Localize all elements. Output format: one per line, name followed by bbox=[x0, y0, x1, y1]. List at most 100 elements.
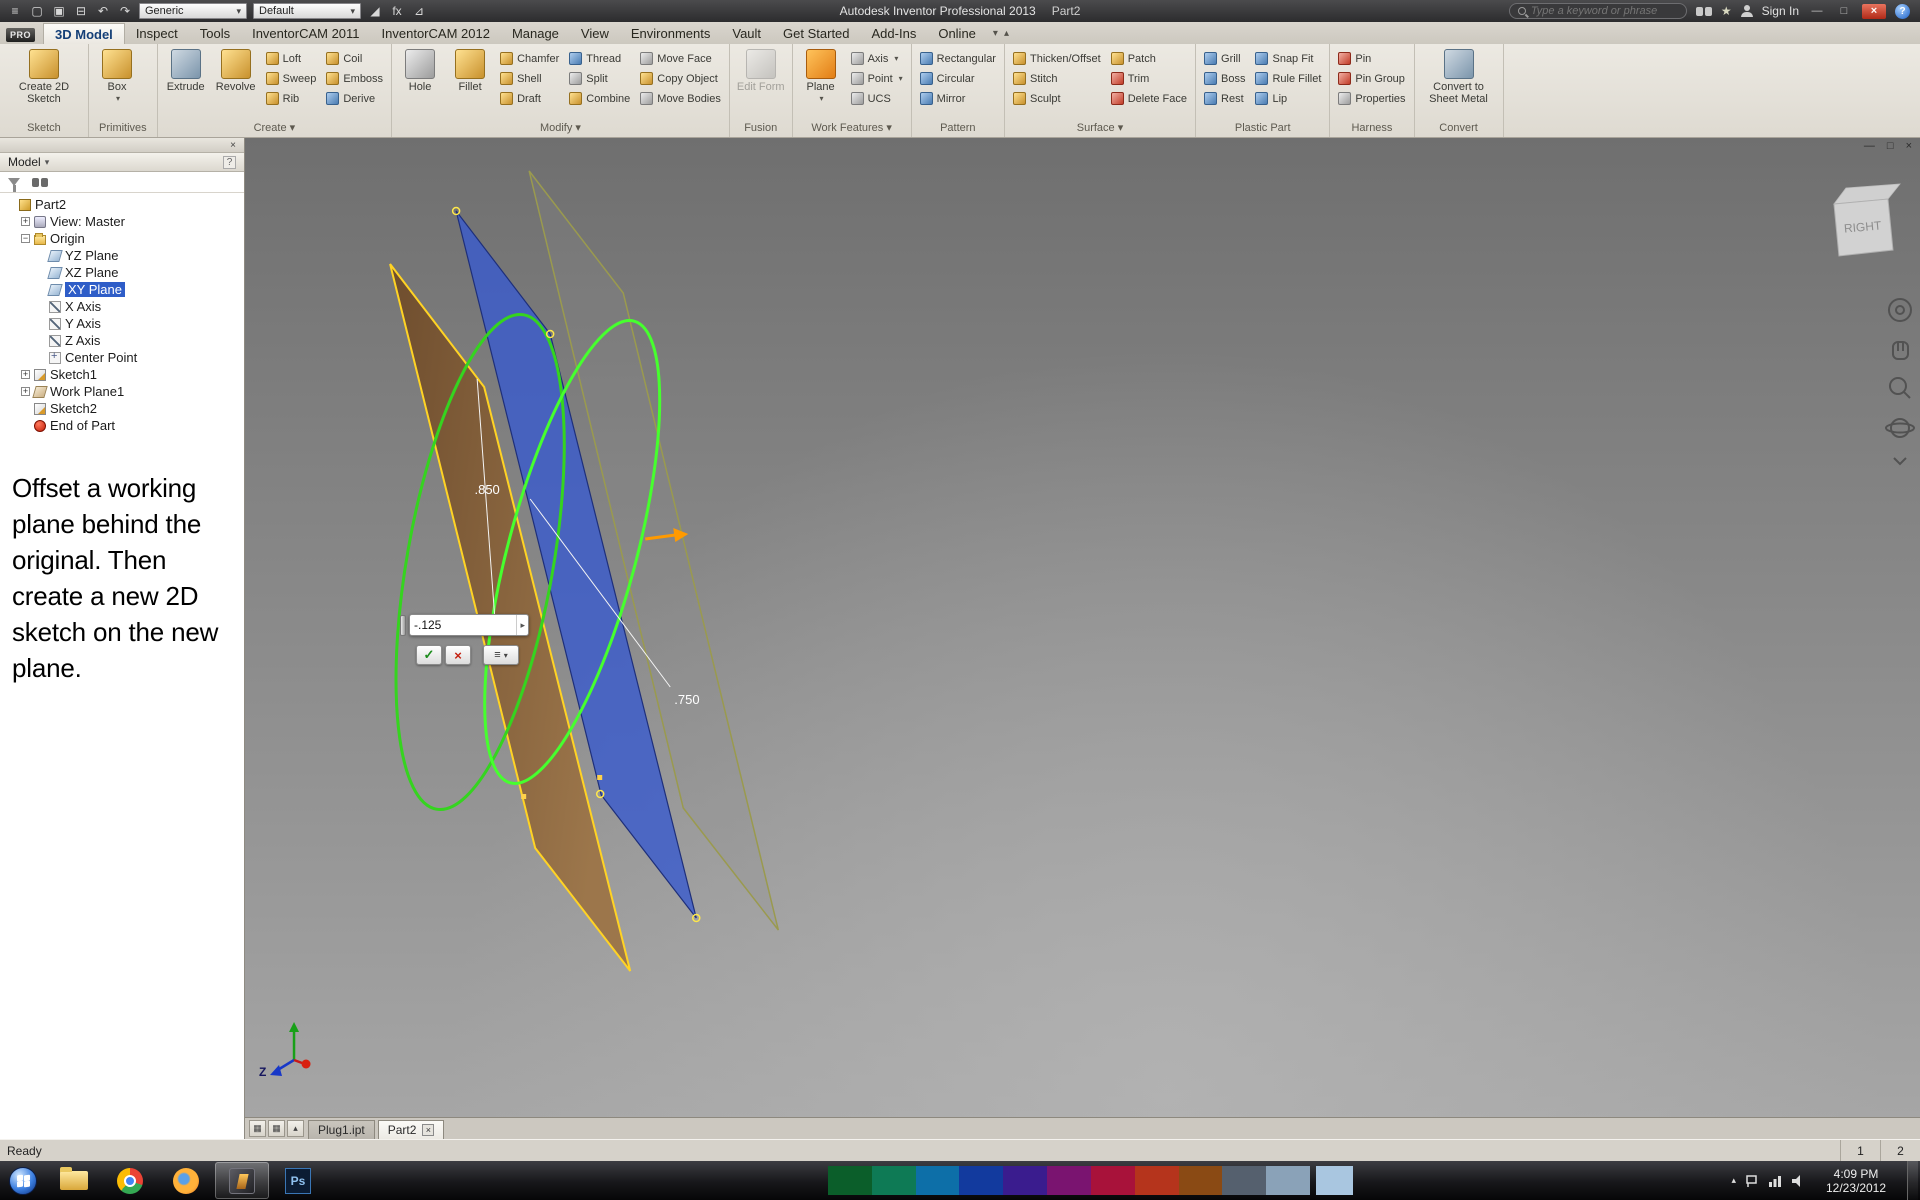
ribbon-button-rule-fillet[interactable]: Rule Fillet bbox=[1251, 69, 1325, 88]
ribbon-button-draft[interactable]: Draft bbox=[496, 89, 563, 108]
tree-item-sketch1[interactable]: +Sketch1 bbox=[2, 366, 244, 383]
start-button[interactable] bbox=[0, 1161, 46, 1200]
tree-item-x-axis[interactable]: X Axis bbox=[2, 298, 244, 315]
ribbon-button-axis[interactable]: Axis▾ bbox=[847, 49, 907, 68]
tree-item-z-axis[interactable]: Z Axis bbox=[2, 332, 244, 349]
ribbon-button-revolve[interactable]: Revolve bbox=[212, 46, 260, 93]
ribbon-button-patch[interactable]: Patch bbox=[1107, 49, 1191, 68]
expander-icon[interactable]: − bbox=[21, 234, 30, 243]
navigation-bar[interactable] bbox=[1886, 299, 1914, 464]
ribbon-button-loft[interactable]: Loft bbox=[262, 49, 321, 68]
mini-toolbar-grip[interactable] bbox=[400, 615, 406, 636]
ribbon-button-rectangular[interactable]: Rectangular bbox=[916, 49, 1000, 68]
ribbon-options-icon[interactable]: ▾ bbox=[993, 28, 998, 39]
cancel-offset-button[interactable]: × bbox=[445, 645, 471, 665]
tree-item-y-axis[interactable]: Y Axis bbox=[2, 315, 244, 332]
ribbon-button-edit-form[interactable]: Edit Form bbox=[734, 46, 788, 93]
ribbon-button-fillet[interactable]: Fillet bbox=[446, 46, 494, 93]
tree-item-part2[interactable]: Part2 bbox=[2, 196, 244, 213]
filter-icon[interactable] bbox=[8, 178, 20, 186]
tab-inventorcam-2011[interactable]: InventorCAM 2011 bbox=[241, 23, 370, 44]
volume-icon[interactable] bbox=[1791, 1174, 1805, 1188]
action-center-icon[interactable] bbox=[1745, 1174, 1759, 1188]
minimize-document-icon[interactable]: — bbox=[1864, 140, 1875, 152]
close-document-icon[interactable]: × bbox=[1906, 140, 1912, 152]
save-icon[interactable]: ▣ bbox=[49, 2, 69, 20]
ribbon-button-copy-object[interactable]: Copy Object bbox=[636, 69, 725, 88]
taskbar-item-firefox[interactable] bbox=[159, 1162, 213, 1199]
expander-icon[interactable]: + bbox=[21, 387, 30, 396]
browser-header[interactable]: Model ▾ ? bbox=[0, 153, 244, 172]
expand-tabs-icon[interactable]: ▴ bbox=[287, 1120, 304, 1137]
favorites-star-icon[interactable]: ★ bbox=[1721, 4, 1732, 18]
ribbon-button-point[interactable]: Point▾ bbox=[847, 69, 907, 88]
tab-environments[interactable]: Environments bbox=[620, 23, 721, 44]
ribbon-button-emboss[interactable]: Emboss bbox=[322, 69, 387, 88]
ribbon-button-boss[interactable]: Boss bbox=[1200, 69, 1249, 88]
ribbon-button-hole[interactable]: Hole bbox=[396, 46, 444, 93]
tab-3d-model[interactable]: 3D Model bbox=[43, 23, 125, 44]
offset-value-field[interactable]: ▸ bbox=[409, 614, 529, 636]
mini-toolbar-options-button[interactable]: ≡ ▾ bbox=[483, 645, 519, 665]
value-spinner-icon[interactable]: ▸ bbox=[516, 615, 528, 635]
close-panel-icon[interactable]: × bbox=[226, 140, 240, 151]
ribbon-button-pin-group[interactable]: Pin Group bbox=[1334, 69, 1409, 88]
ribbon-button-snap-fit[interactable]: Snap Fit bbox=[1251, 49, 1325, 68]
ribbon-button-sweep[interactable]: Sweep bbox=[262, 69, 321, 88]
parameters-fx-icon[interactable]: fx bbox=[387, 2, 407, 20]
ribbon-button-shell[interactable]: Shell bbox=[496, 69, 563, 88]
view-cube[interactable]: RIGHT bbox=[1834, 184, 1900, 256]
sign-in-link[interactable]: Sign In bbox=[1762, 4, 1799, 18]
tree-item-yz-plane[interactable]: YZ Plane bbox=[2, 247, 244, 264]
network-icon[interactable] bbox=[1768, 1174, 1782, 1188]
ribbon-button-derive[interactable]: Derive bbox=[322, 89, 387, 108]
offset-value-input[interactable] bbox=[410, 618, 516, 632]
ribbon-button-move-bodies[interactable]: Move Bodies bbox=[636, 89, 725, 108]
ribbon-button-rib[interactable]: Rib bbox=[262, 89, 321, 108]
tab-inventorcam-2012[interactable]: InventorCAM 2012 bbox=[371, 23, 501, 44]
ribbon-button-mirror[interactable]: Mirror bbox=[916, 89, 1000, 108]
ribbon-button-split[interactable]: Split bbox=[565, 69, 634, 88]
appearance-adjust-icon[interactable]: ◢ bbox=[365, 2, 385, 20]
ribbon-minimize-icon[interactable]: ▴ bbox=[1004, 28, 1009, 39]
tab-vault[interactable]: Vault bbox=[721, 23, 772, 44]
ribbon-button-delete-face[interactable]: Delete Face bbox=[1107, 89, 1191, 108]
app-menu-icon[interactable]: ≡ bbox=[5, 2, 25, 20]
ribbon-button-properties[interactable]: Properties bbox=[1334, 89, 1409, 108]
tile-windows-icon[interactable]: ▦ bbox=[268, 1120, 285, 1137]
ribbon-button-coil[interactable]: Coil bbox=[322, 49, 387, 68]
tab-manage[interactable]: Manage bbox=[501, 23, 570, 44]
tray-expand-icon[interactable]: ▴ bbox=[1731, 1175, 1736, 1186]
search-input[interactable] bbox=[1531, 5, 1678, 17]
ribbon-button-combine[interactable]: Combine bbox=[565, 89, 634, 108]
ribbon-button-move-face[interactable]: Move Face bbox=[636, 49, 725, 68]
ribbon-button-convert-to-sheet-metal[interactable]: Convert to Sheet Metal bbox=[1419, 46, 1499, 105]
tab-get-started[interactable]: Get Started bbox=[772, 23, 860, 44]
undo-icon[interactable]: ↶ bbox=[93, 2, 113, 20]
find-icon[interactable] bbox=[32, 178, 39, 187]
ribbon-button-create-2d-sketch[interactable]: Create 2D Sketch bbox=[4, 46, 84, 105]
close-window-button[interactable]: × bbox=[1862, 4, 1886, 19]
browser-help-icon[interactable]: ? bbox=[223, 156, 236, 169]
tab-add-ins[interactable]: Add-Ins bbox=[861, 23, 928, 44]
ribbon-button-grill[interactable]: Grill bbox=[1200, 49, 1249, 68]
ribbon-button-sculpt[interactable]: Sculpt bbox=[1009, 89, 1105, 108]
ribbon-button-circular[interactable]: Circular bbox=[916, 69, 1000, 88]
tree-item-origin[interactable]: −Origin bbox=[2, 230, 244, 247]
tree-item-end-of-part[interactable]: End of Part bbox=[2, 417, 244, 434]
taskbar-item-photoshop[interactable]: Ps bbox=[271, 1162, 325, 1199]
close-tab-icon[interactable]: × bbox=[422, 1124, 434, 1136]
minimize-window-button[interactable]: — bbox=[1808, 5, 1826, 17]
maximize-window-button[interactable]: □ bbox=[1835, 5, 1853, 17]
tree-item-center-point[interactable]: Center Point bbox=[2, 349, 244, 366]
document-tab-part2[interactable]: Part2× bbox=[378, 1120, 445, 1139]
taskbar-item-explorer[interactable] bbox=[47, 1162, 101, 1199]
ribbon-button-ucs[interactable]: UCS bbox=[847, 89, 907, 108]
appearance-dropdown[interactable]: Default ▾ bbox=[253, 3, 361, 19]
measure-icon[interactable]: ⊿ bbox=[409, 2, 429, 20]
tree-item-sketch2[interactable]: Sketch2 bbox=[2, 400, 244, 417]
arrange-windows-icon[interactable]: ▦ bbox=[249, 1120, 266, 1137]
ribbon-button-rest[interactable]: Rest bbox=[1200, 89, 1249, 108]
taskbar-item-inventor[interactable] bbox=[215, 1162, 269, 1199]
show-desktop-button[interactable] bbox=[1907, 1161, 1918, 1200]
